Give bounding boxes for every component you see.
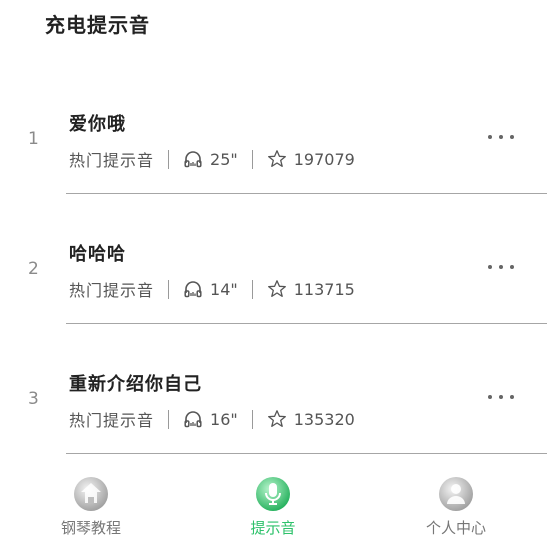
item-meta: 热门提示音 14" 113715: [69, 277, 355, 301]
meta-divider: [168, 409, 170, 429]
tab-label: 钢琴教程: [60, 519, 121, 537]
more-dots-icon[interactable]: [488, 130, 514, 144]
item-favorites: 197079: [293, 149, 355, 169]
more-dot: [499, 265, 503, 269]
item-index: 2: [28, 259, 39, 279]
more-dot: [488, 395, 492, 399]
more-dot: [499, 395, 503, 399]
tab-ringtones[interactable]: 提示音: [203, 470, 343, 545]
more-dots-icon[interactable]: [488, 260, 514, 274]
item-meta: 热门提示音 25" 197079: [69, 147, 355, 171]
row-divider: [66, 323, 547, 324]
item-duration: 25": [210, 149, 238, 169]
item-title: 重新介绍你自己: [69, 374, 202, 395]
row-divider: [66, 193, 547, 194]
more-dot: [499, 135, 503, 139]
item-category: 热门提示音: [69, 151, 155, 170]
star-icon: [267, 409, 287, 429]
list-item[interactable]: 2 哈哈哈 热门提示音 14" 113715: [0, 230, 547, 360]
tab-profile[interactable]: 个人中心: [386, 470, 526, 545]
tab-label: 个人中心: [425, 519, 486, 537]
more-dot: [488, 135, 492, 139]
item-favorites: 135320: [293, 409, 355, 429]
headphones-icon: [183, 279, 203, 299]
more-dot: [510, 265, 514, 269]
row-divider: [66, 453, 547, 454]
meta-divider: [251, 409, 253, 429]
piano-icon: [73, 476, 109, 512]
tab-piano-tutorial[interactable]: 钢琴教程: [21, 470, 161, 545]
meta-divider: [251, 149, 253, 169]
star-icon: [267, 279, 287, 299]
item-duration: 16": [210, 409, 238, 429]
meta-divider: [168, 279, 170, 299]
meta-divider: [168, 149, 170, 169]
item-category: 热门提示音: [69, 411, 155, 430]
app-screen: 充电提示音 1 爱你哦 热门提示音 25" 197079 2 哈哈哈 热门提示音…: [0, 0, 547, 545]
ringtone-icon: [255, 476, 291, 512]
headphones-icon: [183, 409, 203, 429]
more-dots-icon[interactable]: [488, 390, 514, 404]
item-index: 1: [28, 129, 39, 149]
headphones-icon: [183, 149, 203, 169]
meta-divider: [251, 279, 253, 299]
item-title: 爱你哦: [69, 114, 126, 135]
item-favorites: 113715: [293, 279, 355, 299]
list-item[interactable]: 1 爱你哦 热门提示音 25" 197079: [0, 100, 547, 230]
more-dot: [510, 135, 514, 139]
bottom-tab-bar: 钢琴教程 提示音 个人中心: [0, 470, 547, 545]
item-index: 3: [28, 389, 39, 409]
item-title: 哈哈哈: [69, 244, 126, 265]
more-dot: [510, 395, 514, 399]
profile-icon: [438, 476, 474, 512]
item-category: 热门提示音: [69, 281, 155, 300]
star-icon: [267, 149, 287, 169]
tab-label: 提示音: [250, 519, 296, 537]
page-title: 充电提示音: [45, 13, 150, 37]
ringtone-list: 1 爱你哦 热门提示音 25" 197079 2 哈哈哈 热门提示音 14" 1…: [0, 100, 547, 490]
item-duration: 14": [210, 279, 238, 299]
more-dot: [488, 265, 492, 269]
item-meta: 热门提示音 16" 135320: [69, 407, 355, 431]
